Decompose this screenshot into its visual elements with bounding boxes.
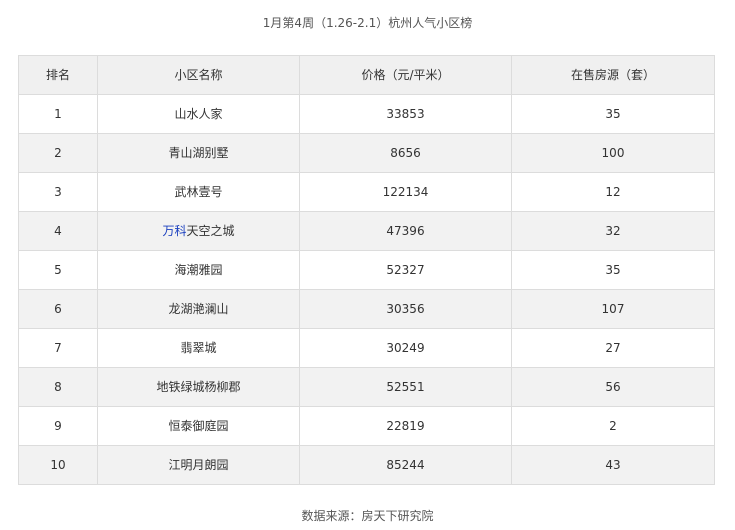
cell-listings: 107 [511,289,715,329]
cell-listings: 43 [511,445,715,485]
table-row: 7 翡翠城 30249 27 [18,328,715,368]
table-header-row: 排名 小区名称 价格（元/平米） 在售房源（套） [18,55,715,95]
header-rank: 排名 [18,55,98,95]
cell-name: 江明月朗园 [97,445,300,485]
table-row: 10 江明月朗园 85244 43 [18,445,715,485]
cell-rank: 4 [18,211,98,251]
cell-rank: 8 [18,367,98,407]
cell-listings: 12 [511,172,715,212]
table-row: 2 青山湖别墅 8656 100 [18,133,715,173]
cell-rank: 5 [18,250,98,290]
cell-rank: 10 [18,445,98,485]
table-row: 5 海潮雅园 52327 35 [18,250,715,290]
cell-rank: 2 [18,133,98,173]
cell-rank: 6 [18,289,98,329]
table-row: 8 地铁绿城杨柳郡 52551 56 [18,367,715,407]
cell-listings: 56 [511,367,715,407]
cell-rank: 9 [18,406,98,446]
cell-name: 海潮雅园 [97,250,300,290]
cell-listings: 100 [511,133,715,173]
cell-listings: 27 [511,328,715,368]
cell-price: 85244 [299,445,512,485]
cell-name: 恒泰御庭园 [97,406,300,446]
table-row: 9 恒泰御庭园 22819 2 [18,406,715,446]
table-row: 3 武林壹号 122134 12 [18,172,715,212]
cell-rank: 3 [18,172,98,212]
cell-rank: 7 [18,328,98,368]
cell-price: 52327 [299,250,512,290]
cell-name: 山水人家 [97,94,300,134]
cell-price: 52551 [299,367,512,407]
cell-price: 8656 [299,133,512,173]
data-source: 数据来源：房天下研究院 [301,509,434,523]
cell-price: 33853 [299,94,512,134]
cell-name: 青山湖别墅 [97,133,300,173]
cell-price: 22819 [299,406,512,446]
cell-listings: 35 [511,94,715,134]
cell-name: 万科天空之城 [97,211,300,251]
page-title: 1月第4周（1.26-2.1）杭州人气小区榜 [262,16,473,30]
header-name: 小区名称 [97,55,300,95]
cell-name: 地铁绿城杨柳郡 [97,367,300,407]
cell-rank: 1 [18,94,98,134]
cell-name: 龙湖滟澜山 [97,289,300,329]
cell-price: 47396 [299,211,512,251]
cell-price: 30356 [299,289,512,329]
table-row: 1 山水人家 33853 35 [18,94,715,134]
cell-listings: 2 [511,406,715,446]
cell-name: 武林壹号 [97,172,300,212]
header-price: 价格（元/平米） [299,55,512,95]
cell-listings: 35 [511,250,715,290]
developer-link[interactable]: 万科 [162,224,186,238]
cell-name-rest: 天空之城 [186,224,235,238]
cell-price: 122134 [299,172,512,212]
table-row: 4 万科天空之城 47396 32 [18,211,715,251]
cell-price: 30249 [299,328,512,368]
ranking-table: 排名 小区名称 价格（元/平米） 在售房源（套） 1 山水人家 33853 35… [18,55,715,485]
header-listings: 在售房源（套） [511,55,715,95]
cell-name: 翡翠城 [97,328,300,368]
cell-listings: 32 [511,211,715,251]
table-row: 6 龙湖滟澜山 30356 107 [18,289,715,329]
